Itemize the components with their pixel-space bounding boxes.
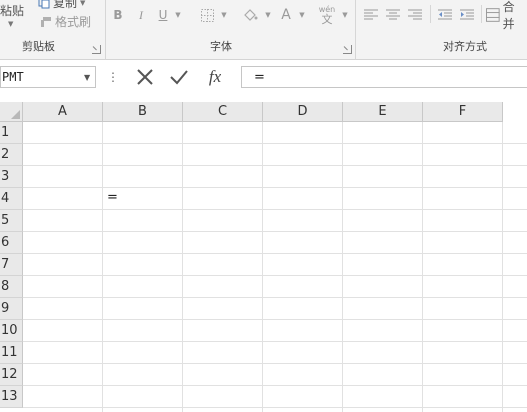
- underline-button[interactable]: U: [155, 5, 171, 25]
- copy-label: 复制: [53, 0, 78, 10]
- copy-button[interactable]: 复制 ▼: [38, 0, 85, 11]
- format-painter-button[interactable]: 格式刷: [38, 13, 91, 30]
- increase-indent-button[interactable]: [458, 5, 476, 25]
- alignment-group-label: 对齐方式: [443, 40, 487, 53]
- row-header[interactable]: 1: [0, 122, 23, 144]
- align-center-button[interactable]: [384, 5, 402, 25]
- formula-buttons: fx: [126, 66, 236, 88]
- row-header[interactable]: 4: [0, 188, 23, 210]
- increase-indent-icon: [460, 9, 474, 20]
- row-header[interactable]: 5: [0, 210, 23, 232]
- paste-button[interactable]: 粘贴: [0, 2, 24, 19]
- borders-dropdown-icon[interactable]: ▼: [218, 5, 230, 25]
- spreadsheet-grid: A B C D E F 1 2 3 4 5 6 7 8 9 10 11 12 1…: [0, 102, 527, 412]
- row-header[interactable]: 6: [0, 232, 23, 254]
- column-header[interactable]: A: [23, 102, 103, 122]
- alignment-group: 合并 对齐方式: [356, 0, 527, 60]
- align-left-icon: [364, 9, 378, 20]
- merge-cells-icon: [486, 8, 500, 22]
- column-header[interactable]: C: [183, 102, 263, 122]
- row-header[interactable]: 13: [0, 386, 23, 408]
- column-header[interactable]: D: [263, 102, 343, 122]
- select-all-button[interactable]: [0, 102, 23, 122]
- underline-dropdown-icon[interactable]: ▼: [172, 5, 184, 25]
- font-group: B I U ▼ ▼ ▼ A ▼ wén 文 ▼ 字体: [106, 0, 354, 60]
- merge-center-button[interactable]: 合并: [486, 0, 526, 31]
- cancel-button[interactable]: [130, 66, 160, 88]
- borders-button[interactable]: [198, 5, 216, 25]
- phonetic-dropdown-icon[interactable]: ▼: [340, 5, 350, 25]
- column-header[interactable]: E: [343, 102, 423, 122]
- paste-dropdown-icon[interactable]: ▼: [8, 20, 13, 28]
- row-header[interactable]: 2: [0, 144, 23, 166]
- decrease-indent-icon: [438, 9, 452, 20]
- font-group-label: 字体: [210, 40, 232, 53]
- clipboard-group: 粘贴 ▼ 复制 ▼ 格式刷 剪贴板: [0, 0, 104, 60]
- bold-button[interactable]: B: [110, 5, 126, 25]
- name-box-dropdown-icon[interactable]: ▼: [84, 73, 90, 82]
- alignment-divider: [430, 5, 431, 23]
- row-header[interactable]: 11: [0, 342, 23, 364]
- align-left-button[interactable]: [362, 5, 380, 25]
- fill-color-button[interactable]: [240, 5, 260, 25]
- column-header[interactable]: F: [423, 102, 503, 122]
- phonetic-bottom-label: 文: [321, 12, 333, 26]
- row-header[interactable]: 10: [0, 320, 23, 342]
- decrease-indent-button[interactable]: [436, 5, 454, 25]
- name-box[interactable]: PMT: [0, 66, 96, 88]
- formula-bar-grip-icon[interactable]: ⋮: [107, 70, 119, 84]
- format-painter-label: 格式刷: [55, 15, 92, 29]
- cell-b4[interactable]: =: [107, 190, 118, 205]
- align-right-icon: [408, 9, 422, 20]
- borders-icon: [200, 8, 214, 22]
- row-header[interactable]: 3: [0, 166, 23, 188]
- enter-button[interactable]: [164, 66, 194, 88]
- phonetic-guide-button[interactable]: wén 文: [316, 3, 338, 27]
- font-launcher-icon[interactable]: [343, 45, 352, 54]
- fill-bucket-icon: [244, 9, 258, 21]
- fill-color-dropdown-icon[interactable]: ▼: [262, 5, 274, 25]
- font-color-dropdown-icon[interactable]: ▼: [296, 5, 308, 25]
- row-header[interactable]: 7: [0, 254, 23, 276]
- row-header[interactable]: 8: [0, 276, 23, 298]
- row-header[interactable]: 12: [0, 364, 23, 386]
- ribbon: 粘贴 ▼ 复制 ▼ 格式刷 剪贴板 B I U ▼ ▼ ▼ A ▼ wén 文 …: [0, 0, 527, 60]
- clipboard-group-label: 剪贴板: [22, 40, 55, 53]
- formula-bar: PMT ▼ ⋮ fx =: [0, 60, 527, 102]
- cell-area[interactable]: =: [23, 122, 527, 412]
- font-color-button[interactable]: A: [278, 5, 294, 25]
- align-right-button[interactable]: [406, 5, 424, 25]
- formula-input[interactable]: =: [241, 66, 527, 88]
- insert-function-button[interactable]: fx: [200, 66, 230, 88]
- align-center-icon: [386, 9, 400, 20]
- copy-icon: [38, 0, 50, 8]
- checkmark-icon: [170, 70, 188, 85]
- cancel-x-icon: [137, 69, 153, 85]
- alignment-divider: [481, 5, 482, 23]
- merge-label: 合并: [502, 0, 515, 31]
- row-header[interactable]: 9: [0, 298, 23, 320]
- column-header[interactable]: B: [103, 102, 183, 122]
- format-painter-icon: [41, 16, 51, 27]
- copy-dropdown-icon[interactable]: ▼: [80, 0, 85, 7]
- clipboard-launcher-icon[interactable]: [92, 45, 101, 54]
- italic-button[interactable]: I: [133, 5, 149, 25]
